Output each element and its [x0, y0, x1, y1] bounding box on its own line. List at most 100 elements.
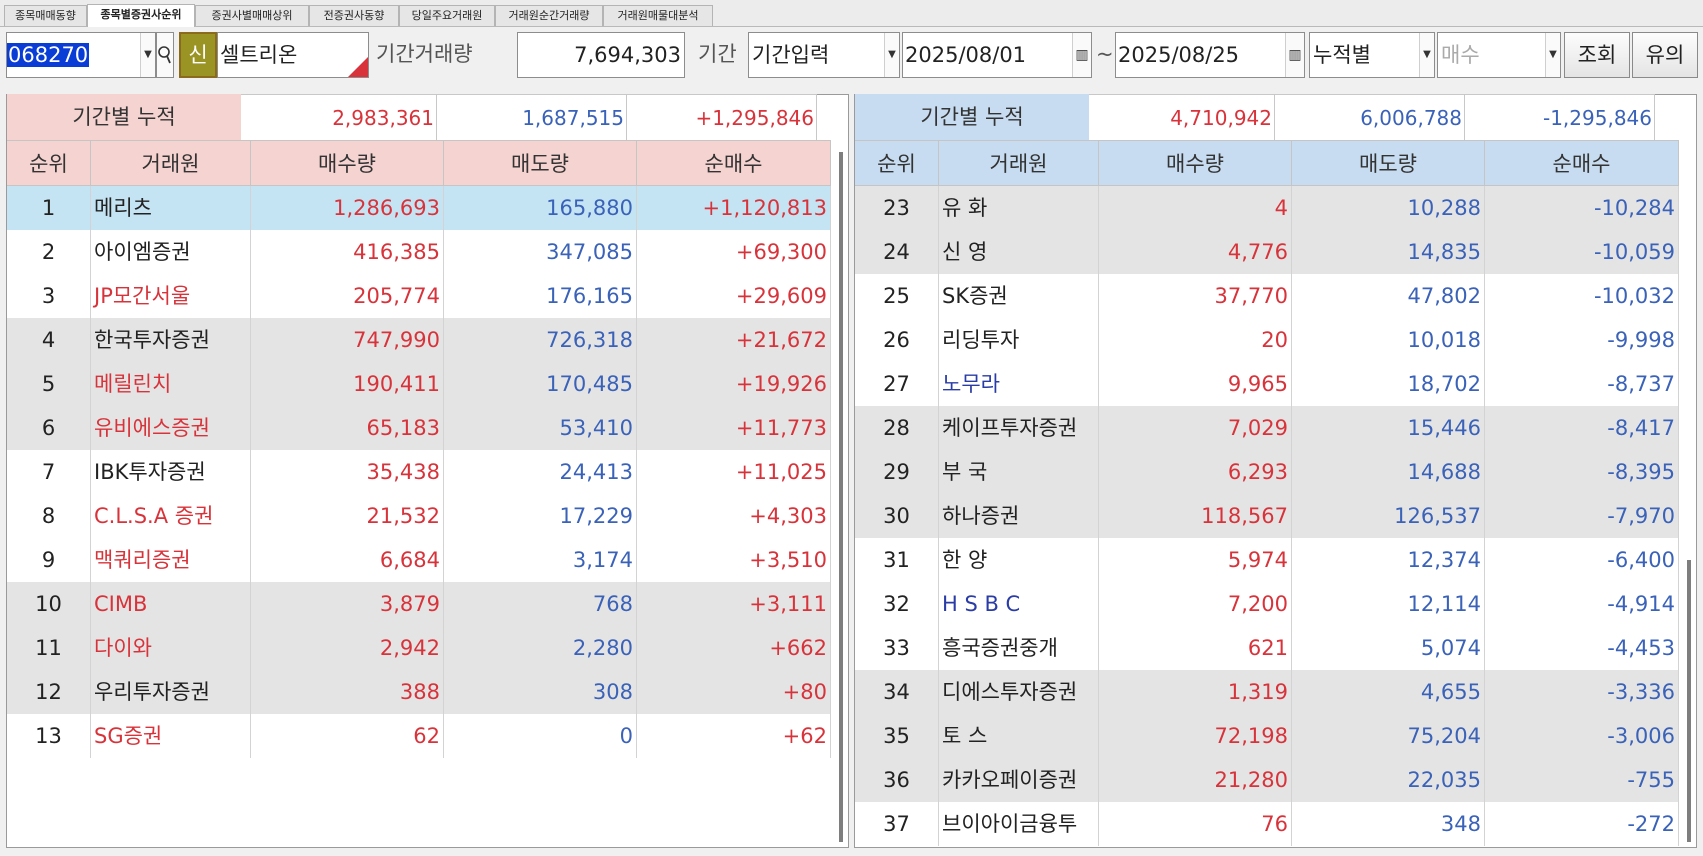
- calendar-icon[interactable]: ▥: [1285, 33, 1304, 77]
- table-row[interactable]: 27 노무라 9,965 18,702 -8,737: [855, 362, 1679, 406]
- cell-sell: 12,114: [1292, 582, 1485, 626]
- col-sell-qty[interactable]: 매도량: [444, 141, 637, 187]
- cell-buy: 65,183: [251, 406, 444, 450]
- cell-buy: 35,438: [251, 450, 444, 494]
- table-row[interactable]: 32 H S B C 7,200 12,114 -4,914: [855, 582, 1679, 626]
- cell-net: +80: [637, 670, 831, 714]
- table-row[interactable]: 31 한 양 5,974 12,374 -6,400: [855, 538, 1679, 582]
- cell-net: -10,032: [1485, 274, 1679, 318]
- cell-name: 부 국: [939, 450, 1099, 494]
- cell-buy: 9,965: [1099, 362, 1292, 406]
- cell-name: 메리츠: [91, 186, 251, 230]
- tab-all-broker-trend[interactable]: 전증권사동향: [309, 5, 399, 26]
- table-row[interactable]: 23 유 화 4 10,288 -10,284: [855, 186, 1679, 230]
- table-row[interactable]: 9 맥쿼리증권 6,684 3,174 +3,510: [7, 538, 831, 582]
- table-row[interactable]: 37 브이아이금융투 76 348 -272: [855, 802, 1679, 846]
- cell-rank: 10: [7, 582, 91, 626]
- cell-sell: 47,802: [1292, 274, 1485, 318]
- stock-code-input[interactable]: 068270 ▼: [6, 32, 156, 78]
- table-row[interactable]: 1 메리츠 1,286,693 165,880 +1,120,813: [7, 186, 831, 230]
- col-buy-qty[interactable]: 매수량: [251, 141, 444, 187]
- table-row[interactable]: 8 C.L.S.A 증권 21,532 17,229 +4,303: [7, 494, 831, 538]
- table-row[interactable]: 13 SG증권 62 0 +62: [7, 714, 831, 758]
- left-cum-net: +1,295,846: [627, 94, 817, 140]
- side-value: 매수: [1441, 43, 1480, 67]
- cell-name: CIMB: [91, 582, 251, 626]
- table-row[interactable]: 4 한국투자증권 747,990 726,318 +21,672: [7, 318, 831, 362]
- table-row[interactable]: 33 흥국증권중개 621 5,074 -4,453: [855, 626, 1679, 670]
- table-row[interactable]: 24 신 영 4,776 14,835 -10,059: [855, 230, 1679, 274]
- date-from-input[interactable]: 2025/08/01 ▥: [902, 32, 1092, 78]
- table-row[interactable]: 36 카카오페이증권 21,280 22,035 -755: [855, 758, 1679, 802]
- table-row[interactable]: 30 하나증권 118,567 126,537 -7,970: [855, 494, 1679, 538]
- cell-sell: 12,374: [1292, 538, 1485, 582]
- table-row[interactable]: 28 케이프투자증권 7,029 15,446 -8,417: [855, 406, 1679, 450]
- search-button[interactable]: [156, 32, 174, 78]
- cell-sell: 15,446: [1292, 406, 1485, 450]
- table-row[interactable]: 10 CIMB 3,879 768 +3,111: [7, 582, 831, 626]
- col-broker[interactable]: 거래원: [91, 141, 251, 187]
- tab-broker-supply-analysis[interactable]: 거래원매물대분석: [603, 5, 713, 26]
- cell-net: +69,300: [637, 230, 831, 274]
- right-cum-label: 기간별 누적: [855, 94, 1089, 140]
- col-sell-qty[interactable]: 매도량: [1292, 141, 1485, 187]
- cell-buy: 21,532: [251, 494, 444, 538]
- tab-today-major-broker[interactable]: 당일주요거래원: [399, 5, 495, 26]
- date-from-value: 2025/08/01: [905, 43, 1027, 67]
- cell-name: SK증권: [939, 274, 1099, 318]
- left-scrollbar[interactable]: [839, 152, 843, 842]
- table-row[interactable]: 29 부 국 6,293 14,688 -8,395: [855, 450, 1679, 494]
- cell-sell: 348: [1292, 802, 1485, 846]
- table-row[interactable]: 3 JP모간서울 205,774 176,165 +29,609: [7, 274, 831, 318]
- accum-mode-select[interactable]: 누적별 ▼: [1309, 32, 1435, 78]
- corner-marker-icon: [348, 57, 368, 77]
- period-mode-select[interactable]: 기간입력 ▼: [748, 32, 900, 78]
- cell-rank: 24: [855, 230, 939, 274]
- cell-net: -8,395: [1485, 450, 1679, 494]
- side-dropdown-arrow-icon[interactable]: ▼: [1545, 33, 1560, 77]
- cell-net: +1,120,813: [637, 186, 831, 230]
- tab-broker-instant-volume[interactable]: 거래원순간거래량: [495, 5, 603, 26]
- note-button[interactable]: 유의: [1632, 32, 1698, 78]
- date-to-input[interactable]: 2025/08/25 ▥: [1115, 32, 1305, 78]
- col-rank[interactable]: 순위: [855, 141, 939, 187]
- table-row[interactable]: 34 디에스투자증권 1,319 4,655 -3,336: [855, 670, 1679, 714]
- table-row[interactable]: 2 아이엠증권 416,385 347,085 +69,300: [7, 230, 831, 274]
- period-dropdown-arrow-icon[interactable]: ▼: [884, 33, 899, 77]
- cell-rank: 34: [855, 670, 939, 714]
- cell-rank: 29: [855, 450, 939, 494]
- table-row[interactable]: 12 우리투자증권 388 308 +80: [7, 670, 831, 714]
- query-button[interactable]: 조회: [1564, 32, 1630, 78]
- tab-stock-trade-trend[interactable]: 종목매매동향: [4, 5, 87, 26]
- code-dropdown-arrow-icon[interactable]: ▼: [140, 33, 155, 77]
- col-buy-qty[interactable]: 매수량: [1099, 141, 1292, 187]
- accum-mode-value: 누적별: [1313, 43, 1371, 67]
- tab-broker-rank-by-stock[interactable]: 종목별증권사순위: [87, 4, 195, 27]
- col-broker[interactable]: 거래원: [939, 141, 1099, 187]
- table-row[interactable]: 35 토 스 72,198 75,204 -3,006: [855, 714, 1679, 758]
- cell-buy: 72,198: [1099, 714, 1292, 758]
- table-row[interactable]: 26 리딩투자 20 10,018 -9,998: [855, 318, 1679, 362]
- table-row[interactable]: 7 IBK투자증권 35,438 24,413 +11,025: [7, 450, 831, 494]
- calendar-icon[interactable]: ▥: [1072, 33, 1091, 77]
- accum-dropdown-arrow-icon[interactable]: ▼: [1419, 33, 1434, 77]
- cell-sell: 75,204: [1292, 714, 1485, 758]
- left-cum-label: 기간별 누적: [7, 94, 241, 140]
- cell-name: 노무라: [939, 362, 1099, 406]
- table-row[interactable]: 6 유비에스증권 65,183 53,410 +11,773: [7, 406, 831, 450]
- cell-sell: 24,413: [444, 450, 637, 494]
- table-row[interactable]: 5 메릴린치 190,411 170,485 +19,926: [7, 362, 831, 406]
- table-row[interactable]: 11 다이와 2,942 2,280 +662: [7, 626, 831, 670]
- cell-net: +3,510: [637, 538, 831, 582]
- cell-name: IBK투자증권: [91, 450, 251, 494]
- col-rank[interactable]: 순위: [7, 141, 91, 187]
- side-select[interactable]: 매수 ▼: [1437, 32, 1561, 78]
- table-row[interactable]: 25 SK증권 37,770 47,802 -10,032: [855, 274, 1679, 318]
- right-scrollbar[interactable]: [1687, 560, 1691, 842]
- cell-sell: 14,835: [1292, 230, 1485, 274]
- col-net-buy[interactable]: 순매수: [637, 141, 831, 187]
- col-net-buy[interactable]: 순매수: [1485, 141, 1679, 187]
- cell-net: -3,006: [1485, 714, 1679, 758]
- tab-broker-top-trades[interactable]: 증권사별매매상위: [195, 5, 309, 26]
- cell-name: 다이와: [91, 626, 251, 670]
